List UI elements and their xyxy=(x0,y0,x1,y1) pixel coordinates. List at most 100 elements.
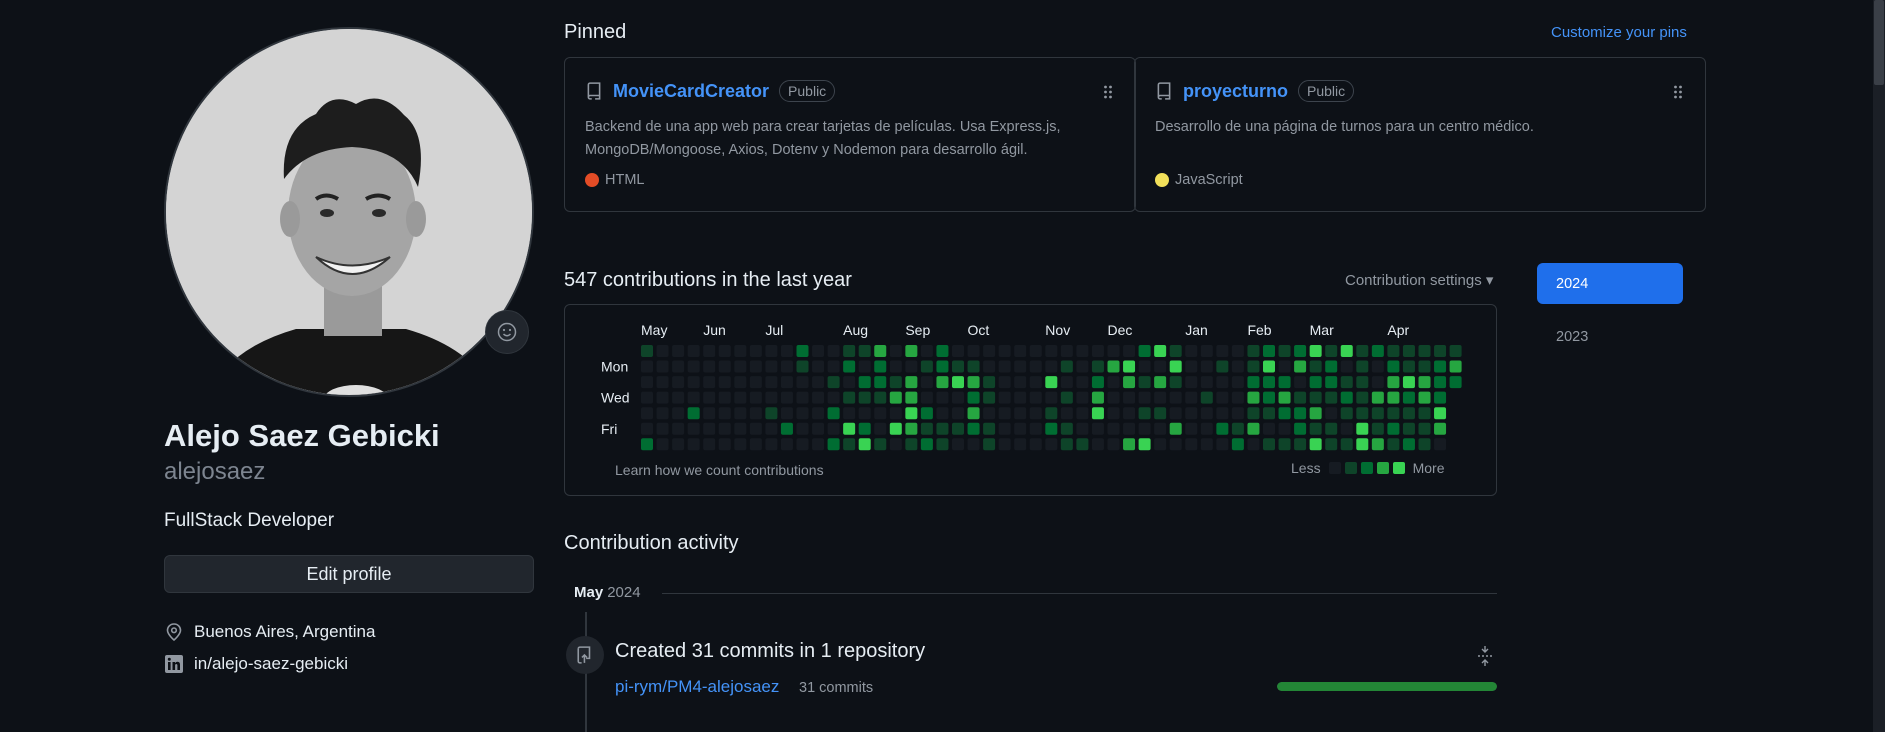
contribution-day[interactable] xyxy=(1356,438,1369,451)
contribution-day[interactable] xyxy=(765,391,778,404)
contribution-day[interactable] xyxy=(641,438,653,451)
contribution-day[interactable] xyxy=(1418,422,1431,435)
contribution-day[interactable] xyxy=(780,360,793,373)
contribution-day[interactable] xyxy=(827,391,840,404)
contribution-day[interactable] xyxy=(1387,391,1400,404)
contribution-day[interactable] xyxy=(1309,345,1322,357)
contribution-day[interactable] xyxy=(843,422,856,435)
contribution-day[interactable] xyxy=(936,422,949,435)
contribution-day[interactable] xyxy=(749,438,762,451)
contribution-day[interactable] xyxy=(998,407,1011,420)
contribution-day[interactable] xyxy=(641,360,653,373)
contribution-day[interactable] xyxy=(1371,376,1384,389)
contribution-day[interactable] xyxy=(1029,407,1042,420)
contribution-day[interactable] xyxy=(936,360,949,373)
contribution-day[interactable] xyxy=(952,407,964,420)
contribution-day[interactable] xyxy=(952,376,964,389)
contribution-day[interactable] xyxy=(1138,438,1151,451)
contribution-day[interactable] xyxy=(874,407,887,420)
contribution-day[interactable] xyxy=(967,360,980,373)
contribution-day[interactable] xyxy=(936,391,949,404)
contribution-day[interactable] xyxy=(1045,422,1058,435)
contribution-day[interactable] xyxy=(1216,345,1229,357)
contribution-day[interactable] xyxy=(1449,345,1462,357)
contribution-day[interactable] xyxy=(734,345,747,357)
contribution-day[interactable] xyxy=(1434,345,1447,357)
contribution-day[interactable] xyxy=(687,360,700,373)
contribution-day[interactable] xyxy=(920,345,933,357)
contribution-day[interactable] xyxy=(1029,391,1042,404)
year-2024-button[interactable]: 2024 xyxy=(1537,263,1683,304)
contribution-day[interactable] xyxy=(889,422,902,435)
contribution-day[interactable] xyxy=(656,376,669,389)
contribution-day[interactable] xyxy=(703,407,716,420)
contribution-day[interactable] xyxy=(780,407,793,420)
contribution-day[interactable] xyxy=(858,376,871,389)
contribution-day[interactable] xyxy=(905,391,918,404)
contribution-day[interactable] xyxy=(1231,345,1244,357)
contribution-day[interactable] xyxy=(1418,438,1431,451)
contribution-day[interactable] xyxy=(1123,345,1136,357)
contribution-day[interactable] xyxy=(687,407,700,420)
contribution-day[interactable] xyxy=(796,438,809,451)
contribution-day[interactable] xyxy=(1076,438,1089,451)
contribution-day[interactable] xyxy=(1294,376,1307,389)
contribution-day[interactable] xyxy=(1371,422,1384,435)
contribution-day[interactable] xyxy=(1014,438,1027,451)
contribution-day[interactable] xyxy=(1247,438,1260,451)
contribution-day[interactable] xyxy=(1294,345,1307,357)
contribution-day[interactable] xyxy=(1076,422,1089,435)
contribution-day[interactable] xyxy=(1231,422,1244,435)
contribution-day[interactable] xyxy=(1169,345,1182,357)
contribution-day[interactable] xyxy=(1434,407,1447,420)
contribution-day[interactable] xyxy=(1325,391,1338,404)
contribution-day[interactable] xyxy=(1247,391,1260,404)
contribution-day[interactable] xyxy=(1356,376,1369,389)
contribution-day[interactable] xyxy=(656,422,669,435)
contribution-day[interactable] xyxy=(1185,422,1198,435)
contribution-day[interactable] xyxy=(1216,391,1229,404)
contribution-day[interactable] xyxy=(983,345,996,357)
contribution-day[interactable] xyxy=(1387,422,1400,435)
contribution-day[interactable] xyxy=(952,360,964,373)
contribution-day[interactable] xyxy=(1231,391,1244,404)
contribution-day[interactable] xyxy=(967,438,980,451)
contribution-day[interactable] xyxy=(672,438,685,451)
contribution-day[interactable] xyxy=(1216,438,1229,451)
set-status-button[interactable] xyxy=(485,310,529,354)
contribution-day[interactable] xyxy=(1123,360,1136,373)
linkedin-row[interactable]: in/alejo-saez-gebicki xyxy=(164,654,348,674)
contribution-day[interactable] xyxy=(1387,438,1400,451)
contribution-day[interactable] xyxy=(936,438,949,451)
contribution-day[interactable] xyxy=(1278,360,1291,373)
contribution-day[interactable] xyxy=(749,407,762,420)
contribution-day[interactable] xyxy=(1154,391,1167,404)
contribution-day[interactable] xyxy=(1216,422,1229,435)
contribution-day[interactable] xyxy=(1278,376,1291,389)
contribution-day[interactable] xyxy=(1138,407,1151,420)
contribution-day[interactable] xyxy=(1185,376,1198,389)
contribution-day[interactable] xyxy=(1309,438,1322,451)
contribution-day[interactable] xyxy=(827,438,840,451)
contribution-day[interactable] xyxy=(641,422,653,435)
contribution-day[interactable] xyxy=(1402,345,1415,357)
contribution-day[interactable] xyxy=(812,422,825,435)
contribution-day[interactable] xyxy=(1216,360,1229,373)
contribution-day[interactable] xyxy=(1107,376,1120,389)
contribution-day[interactable] xyxy=(765,422,778,435)
contribution-day[interactable] xyxy=(687,438,700,451)
contribution-day[interactable] xyxy=(703,391,716,404)
contribution-day[interactable] xyxy=(905,438,918,451)
contribution-day[interactable] xyxy=(920,391,933,404)
contribution-day[interactable] xyxy=(796,360,809,373)
avatar[interactable] xyxy=(164,27,534,397)
contribution-day[interactable] xyxy=(936,345,949,357)
contribution-day[interactable] xyxy=(656,360,669,373)
contribution-day[interactable] xyxy=(1185,360,1198,373)
contribution-day[interactable] xyxy=(812,391,825,404)
contribution-day[interactable] xyxy=(1402,407,1415,420)
contribution-day[interactable] xyxy=(874,391,887,404)
contribution-day[interactable] xyxy=(1247,345,1260,357)
contribution-day[interactable] xyxy=(920,376,933,389)
contribution-day[interactable] xyxy=(1123,376,1136,389)
